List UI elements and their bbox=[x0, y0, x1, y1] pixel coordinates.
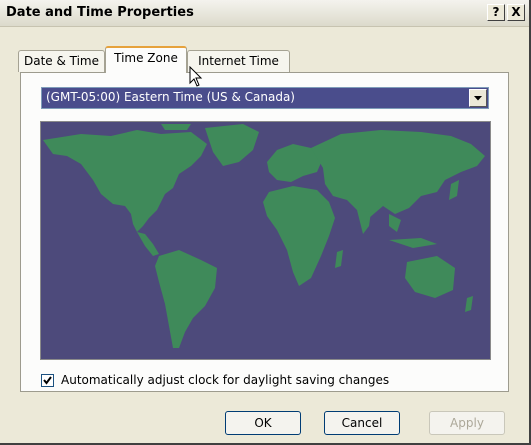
title-bar[interactable]: Date and Time Properties ? X bbox=[0, 0, 529, 27]
world-map bbox=[40, 121, 491, 360]
tab-time-zone[interactable]: Time Zone bbox=[105, 46, 187, 73]
time-zone-dropdown[interactable]: (GMT-05:00) Eastern Time (US & Canada) bbox=[41, 87, 489, 109]
close-button[interactable]: X bbox=[507, 4, 525, 21]
dst-checkbox[interactable] bbox=[41, 374, 54, 387]
help-button[interactable]: ? bbox=[487, 4, 505, 21]
ok-button[interactable]: OK bbox=[225, 411, 301, 435]
chevron-down-icon bbox=[474, 96, 482, 101]
dst-checkbox-label[interactable]: Automatically adjust clock for daylight … bbox=[61, 373, 389, 387]
mouse-pointer-icon bbox=[189, 65, 203, 91]
cancel-button[interactable]: Cancel bbox=[324, 411, 400, 435]
time-zone-selected-value: (GMT-05:00) Eastern Time (US & Canada) bbox=[46, 90, 295, 104]
dialog-window: Date and Time Properties ? X Date & Time… bbox=[0, 0, 531, 445]
world-map-image bbox=[41, 122, 490, 359]
apply-button[interactable]: Apply bbox=[429, 411, 505, 435]
window-title: Date and Time Properties bbox=[6, 5, 194, 20]
dropdown-arrow-button[interactable] bbox=[469, 89, 487, 107]
checkmark-icon bbox=[43, 376, 52, 385]
time-zone-panel: (GMT-05:00) Eastern Time (US & Canada) A… bbox=[20, 72, 509, 392]
arctic-islands bbox=[161, 124, 191, 130]
tab-date-time[interactable]: Date & Time bbox=[18, 50, 105, 72]
